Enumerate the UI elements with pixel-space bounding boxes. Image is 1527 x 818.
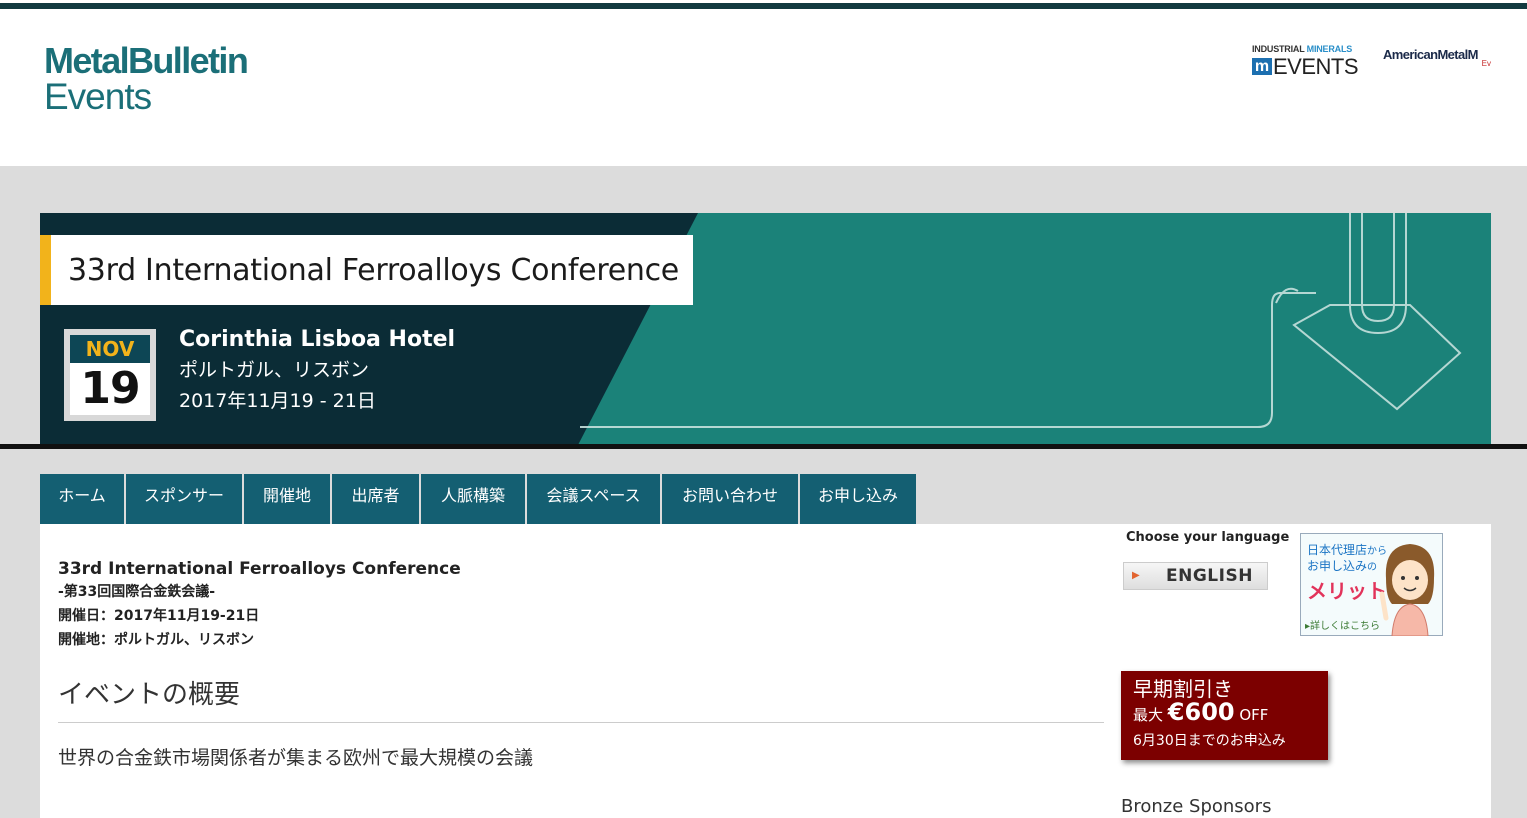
language-button-label: ENGLISH [1166, 566, 1253, 586]
nav-item-contact[interactable]: お問い合わせ [662, 474, 798, 524]
agent-text-line-3: メリット [1307, 579, 1387, 603]
nav-item-venue[interactable]: 開催地 [244, 474, 330, 524]
amm-logo-text: AmericanMetalM [1383, 47, 1479, 62]
nav-item-meeting-space[interactable]: 会議スペース [527, 474, 660, 524]
conference-venue: 開催地：ポルトガル、リスボン [58, 632, 254, 648]
early-bird-discount-banner[interactable]: 早期割引き 最大 €600 OFF 6月30日までのお申込み [1121, 671, 1328, 760]
nav-item-networking[interactable]: 人脈構築 [421, 474, 525, 524]
event-title-box: 33rd International Ferroalloys Conferenc… [40, 235, 693, 305]
metal-bulletin-events-logo[interactable]: MetalBulletin Events [44, 40, 249, 117]
conference-heading: 33rd International Ferroalloys Conferenc… [58, 559, 461, 579]
logo-line-1: MetalBulletin [44, 40, 249, 81]
american-metal-market-events-logo[interactable]: AmericanMetalM Ev [1383, 47, 1493, 77]
site-header: MetalBulletin Events INDUSTRIAL MINERALS… [0, 9, 1527, 166]
industrial-minerals-events-logo[interactable]: INDUSTRIAL MINERALS m EVENTS [1252, 44, 1359, 80]
promo-deadline: 6月30日までのお申込み [1133, 733, 1286, 749]
venue-info: Corinthia Lisboa Hotel ポルトガル、リスボン 2017年1… [179, 325, 455, 417]
event-dates: 2017年11月19 - 21日 [179, 390, 376, 412]
im-logo-mark: m [1252, 58, 1272, 75]
nav-item-register[interactable]: お申し込み [800, 474, 916, 524]
logo-line-2: Events [44, 76, 152, 117]
banner-bottom-rule [0, 444, 1527, 449]
content-area: 33rd International Ferroalloys Conferenc… [40, 524, 1491, 818]
calendar-day: 19 [80, 363, 140, 414]
overview-heading: イベントの概要 [58, 678, 1104, 723]
agent-text-line-2: お申し込みの [1307, 559, 1378, 573]
event-banner: 33rd International Ferroalloys Conferenc… [40, 213, 1491, 445]
calendar-month: NOV [70, 335, 150, 363]
im-logo-events: EVENTS [1273, 54, 1359, 79]
conference-subtitle: -第33回国際合金鉄会議- [58, 584, 216, 600]
amm-logo-sub: Ev [1481, 59, 1491, 68]
nav-item-sponsors[interactable]: スポンサー [126, 474, 242, 524]
overview-lead: 世界の合金鉄市場関係者が集まる欧州で最大規模の会議 [58, 747, 534, 769]
agent-details-link[interactable]: ▸詳しくはこちら [1305, 617, 1380, 632]
agent-text-line-1: 日本代理店から [1307, 543, 1388, 557]
japan-agent-banner[interactable]: 日本代理店から お申し込みの メリット ▸詳しくはこちら [1300, 533, 1443, 636]
agent-woman-illustration-icon [1379, 544, 1435, 636]
im-logo-small-text: INDUSTRIAL MINERALS [1252, 44, 1353, 54]
calendar-date-badge: NOV 19 [64, 329, 156, 421]
venue-location: ポルトガル、リスボン [179, 359, 370, 381]
main-column: 33rd International Ferroalloys Conferenc… [58, 558, 1104, 770]
english-language-button[interactable]: ▶ ENGLISH [1123, 562, 1268, 590]
nav-item-attendees[interactable]: 出席者 [332, 474, 419, 524]
main-nav: ホーム スポンサー 開催地 出席者 人脈構築 会議スペース お問い合わせ お申し… [40, 474, 918, 524]
conference-date: 開催日：2017年11月19-21日 [58, 608, 260, 624]
language-label: Choose your language [1126, 530, 1290, 545]
top-strip [0, 0, 1527, 9]
event-title: 33rd International Ferroalloys Conferenc… [68, 253, 679, 288]
bronze-sponsors-heading: Bronze Sponsors [1121, 796, 1272, 817]
promo-amount-line: 最大 €600 OFF [1133, 698, 1269, 726]
nav-item-home[interactable]: ホーム [40, 474, 124, 524]
arrow-right-icon: ▶ [1132, 570, 1140, 581]
venue-name: Corinthia Lisboa Hotel [179, 327, 456, 352]
